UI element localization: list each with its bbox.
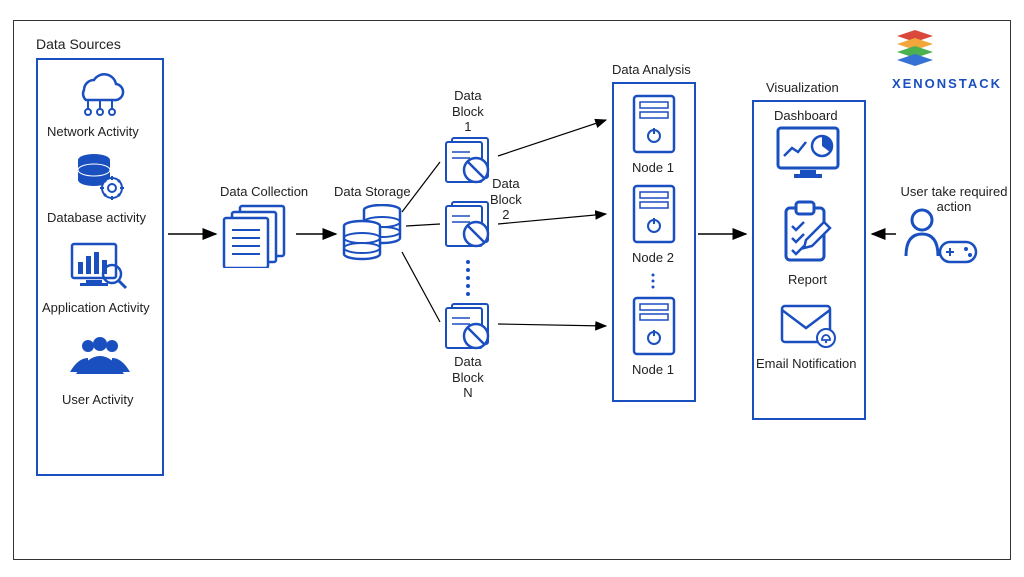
- node-3-label: Node 1: [632, 362, 674, 377]
- data-analysis-title: Data Analysis: [612, 62, 691, 77]
- ellipsis-small-icon: [650, 272, 656, 290]
- server-node-1-icon: [632, 94, 676, 154]
- node-2-label: Node 2: [632, 250, 674, 265]
- database-gear-icon: [74, 152, 126, 202]
- brand-logo: XENONSTACK: [892, 30, 1002, 91]
- server-node-3-icon: [632, 296, 676, 356]
- application-chart-icon: [70, 242, 130, 294]
- report-label: Report: [788, 272, 827, 287]
- server-node-2-icon: [632, 184, 676, 244]
- data-block-n-label: Data Block N: [452, 354, 484, 401]
- network-activity-label: Network Activity: [47, 124, 139, 139]
- data-block-1-icon: [440, 136, 496, 186]
- visualization-title: Visualization: [766, 80, 839, 95]
- users-group-icon: [68, 334, 132, 384]
- node-1-label: Node 1: [632, 160, 674, 175]
- data-collection-title: Data Collection: [220, 184, 308, 199]
- email-notification-label: Email Notification: [756, 356, 856, 371]
- application-activity-label: Application Activity: [42, 300, 150, 315]
- report-clipboard-icon: [780, 200, 836, 264]
- cloud-network-icon: [72, 72, 128, 118]
- database-activity-label: Database activity: [47, 210, 146, 225]
- dashboard-label: Dashboard: [774, 108, 838, 123]
- email-notification-icon: [780, 302, 838, 350]
- stack-icon: [892, 30, 938, 70]
- user-activity-label: User Activity: [62, 392, 134, 407]
- documents-stack-icon: [222, 204, 292, 268]
- data-sources-title: Data Sources: [36, 36, 121, 52]
- brand-name: XENONSTACK: [892, 76, 1002, 91]
- database-cylinders-icon: [342, 204, 408, 266]
- dashboard-monitor-icon: [776, 126, 840, 180]
- data-block-2-icon: [440, 200, 496, 250]
- ellipsis-vertical-icon: [463, 258, 473, 298]
- data-storage-title: Data Storage: [334, 184, 411, 199]
- data-block-n-icon: [440, 302, 496, 352]
- user-gamepad-icon: [900, 206, 980, 270]
- data-block-1-label: Data Block 1: [452, 88, 484, 135]
